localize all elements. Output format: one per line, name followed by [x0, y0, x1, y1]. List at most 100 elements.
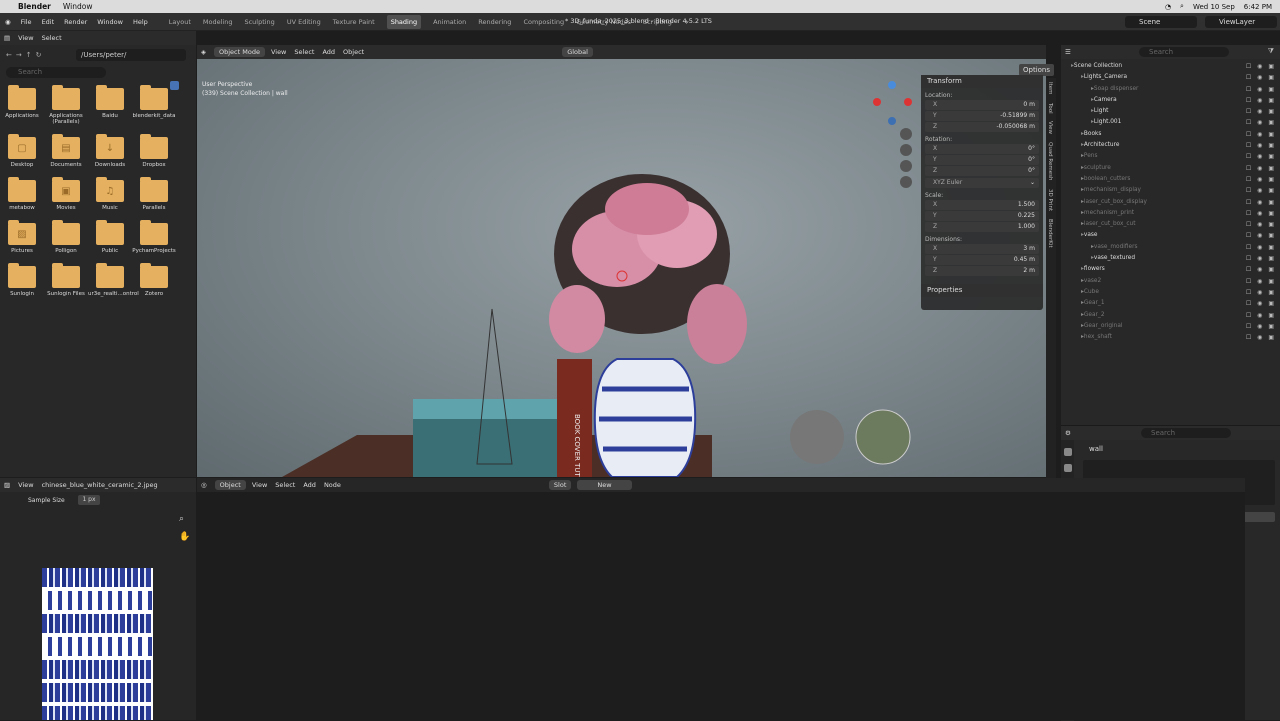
outliner-row[interactable]: ▸ laser_cut_box_display ☐ ◉ ▣: [1061, 197, 1280, 208]
visibility-icon[interactable]: ☐ ◉ ▣: [1246, 276, 1276, 287]
file-item[interactable]: ur3e_realti...ontrol: [88, 263, 139, 297]
file-item[interactable]: Sunlogin: [0, 263, 44, 297]
outliner-row[interactable]: ▸ vase_modifiers ☐ ◉ ▣: [1061, 242, 1280, 253]
properties-subpanel[interactable]: Properties: [921, 284, 1043, 297]
outliner-row[interactable]: ▸ Soap dispenser ☐ ◉ ▣: [1061, 84, 1280, 95]
image-editor-icon[interactable]: ▨: [4, 481, 10, 489]
vp-select-menu[interactable]: Select: [294, 48, 314, 56]
visibility-icon[interactable]: ☐ ◉ ▣: [1246, 242, 1276, 253]
sidebar-tab[interactable]: BlenderKit: [1047, 219, 1053, 248]
file-item[interactable]: Sunlogin Files: [44, 263, 88, 297]
filter-icon[interactable]: ⧩: [1268, 47, 1274, 56]
outliner-row[interactable]: ▸ vase_textured ☐ ◉ ▣: [1061, 253, 1280, 264]
viewport-editor-icon[interactable]: ◈: [201, 48, 206, 56]
time-text[interactable]: 6:42 PM: [1244, 3, 1272, 11]
blender-logo-icon[interactable]: ◉: [5, 18, 11, 26]
location-field[interactable]: X 0 m: [925, 100, 1039, 110]
visibility-icon[interactable]: ☐ ◉ ▣: [1246, 163, 1276, 174]
tab-compositing[interactable]: Compositing: [523, 18, 564, 26]
file-item[interactable]: ▢ Desktop: [0, 134, 44, 168]
camera-view-icon[interactable]: [900, 160, 912, 172]
scale-field[interactable]: X 1.500: [925, 200, 1039, 210]
outliner-row[interactable]: ▸ Camera ☐ ◉ ▣: [1061, 95, 1280, 106]
visibility-icon[interactable]: ☐ ◉ ▣: [1246, 332, 1276, 343]
outliner-row[interactable]: ▸ vase ☐ ◉ ▣: [1061, 230, 1280, 241]
visibility-icon[interactable]: ☐ ◉ ▣: [1246, 84, 1276, 95]
visibility-icon[interactable]: ☐ ◉ ▣: [1246, 310, 1276, 321]
outliner-row[interactable]: ▸ Pens ☐ ◉ ▣: [1061, 151, 1280, 162]
render-tab-icon[interactable]: [1063, 464, 1072, 472]
file-item[interactable]: Baidu: [88, 85, 132, 125]
visibility-icon[interactable]: ☐ ◉ ▣: [1246, 197, 1276, 208]
outliner-row[interactable]: ▸ Gear_2 ☐ ◉ ▣: [1061, 310, 1280, 321]
visibility-icon[interactable]: ☐ ◉ ▣: [1246, 253, 1276, 264]
menu-window[interactable]: Window: [97, 18, 123, 26]
gizmo-negz-icon[interactable]: [888, 117, 896, 125]
orientation-selector[interactable]: Global: [562, 47, 593, 57]
tab-shading[interactable]: Shading: [386, 14, 422, 29]
outliner-row[interactable]: ▸ Light.001 ☐ ◉ ▣: [1061, 117, 1280, 128]
path-field[interactable]: /Users/peter/: [76, 49, 186, 61]
file-search-input[interactable]: Search: [6, 67, 106, 78]
file-item[interactable]: ▣ Movies: [44, 177, 88, 211]
sidebar-tab[interactable]: Item: [1047, 82, 1053, 95]
file-item[interactable]: Applications: [0, 85, 44, 125]
outliner-row[interactable]: ▸ sculpture ☐ ◉ ▣: [1061, 163, 1280, 174]
vp-object-menu[interactable]: Object: [343, 48, 364, 56]
rotation-field[interactable]: Z 0°: [925, 166, 1039, 176]
outliner-row[interactable]: ▸ Architecture ☐ ◉ ▣: [1061, 140, 1280, 151]
nav-arrows-icon[interactable]: ←→↑↻: [6, 51, 45, 59]
vp-view-menu[interactable]: View: [271, 48, 286, 56]
file-item[interactable]: Zotero: [132, 263, 176, 297]
outliner-search-input[interactable]: Search: [1139, 47, 1229, 57]
visibility-icon[interactable]: ☐ ◉ ▣: [1246, 72, 1276, 83]
file-item[interactable]: Public: [88, 220, 132, 254]
transform-header[interactable]: Transform: [921, 75, 1043, 88]
visibility-icon[interactable]: ☐ ◉ ▣: [1246, 106, 1276, 117]
ie-view-menu[interactable]: View: [18, 481, 33, 489]
tab-modeling[interactable]: Modeling: [203, 18, 233, 26]
scene-selector[interactable]: Scene: [1125, 16, 1197, 28]
menu-edit[interactable]: Edit: [42, 18, 55, 26]
visibility-icon[interactable]: ☐ ◉ ▣: [1246, 140, 1276, 151]
file-item[interactable]: Applications (Parallels): [44, 85, 88, 125]
outliner-row[interactable]: ▸ Scene Collection ☐ ◉ ▣: [1061, 61, 1280, 72]
visibility-icon[interactable]: ☐ ◉ ▣: [1246, 298, 1276, 309]
tab-layout[interactable]: Layout: [169, 18, 191, 26]
visibility-icon[interactable]: ☐ ◉ ▣: [1246, 117, 1276, 128]
outliner-row[interactable]: ▸ Lights_Camera ☐ ◉ ▣: [1061, 72, 1280, 83]
rotation-field[interactable]: Y 0°: [925, 155, 1039, 165]
location-field[interactable]: Y -0.51899 m: [925, 111, 1039, 121]
outliner-row[interactable]: ▸ hex_shaft ☐ ◉ ▣: [1061, 332, 1280, 343]
search-icon[interactable]: ⌕: [1180, 2, 1184, 11]
tab-texture-paint[interactable]: Texture Paint: [333, 18, 375, 26]
dimensions-field[interactable]: Z 2 m: [925, 266, 1039, 276]
ne-view-menu[interactable]: View: [252, 481, 267, 489]
node-type-selector[interactable]: Object: [214, 480, 246, 490]
outliner-row[interactable]: ▸ mechanism_display ☐ ◉ ▣: [1061, 185, 1280, 196]
sidebar-tab[interactable]: Quad Remesh: [1047, 142, 1053, 180]
filter-icon[interactable]: [170, 81, 179, 90]
visibility-icon[interactable]: ☐ ◉ ▣: [1246, 151, 1276, 162]
mac-app-menu[interactable]: Blender: [18, 2, 51, 11]
properties-search-input[interactable]: Search: [1141, 428, 1231, 438]
visibility-icon[interactable]: ☐ ◉ ▣: [1246, 219, 1276, 230]
visibility-icon[interactable]: ☐ ◉ ▣: [1246, 61, 1276, 72]
pan-hand-icon[interactable]: ✋: [179, 532, 190, 542]
outliner-row[interactable]: ▸ laser_cut_box_cut ☐ ◉ ▣: [1061, 219, 1280, 230]
gizmo-x-icon[interactable]: [904, 98, 912, 106]
visibility-icon[interactable]: ☐ ◉ ▣: [1246, 185, 1276, 196]
vp-add-menu[interactable]: Add: [322, 48, 335, 56]
file-item[interactable]: blenderkit_data: [132, 85, 176, 125]
scale-field[interactable]: Z 1.000: [925, 222, 1039, 232]
tab-rendering[interactable]: Rendering: [478, 18, 511, 26]
new-material-button[interactable]: New: [577, 480, 632, 490]
file-item[interactable]: ▤ Documents: [44, 134, 88, 168]
mac-menu-window[interactable]: Window: [63, 2, 93, 11]
menu-help[interactable]: Help: [133, 18, 148, 26]
sidebar-tab[interactable]: Tool: [1047, 103, 1053, 114]
pan-hand-icon[interactable]: [900, 144, 912, 156]
file-item[interactable]: metabow: [0, 177, 44, 211]
ne-node-menu[interactable]: Node: [324, 481, 341, 489]
wifi-icon[interactable]: ◔: [1165, 3, 1171, 11]
